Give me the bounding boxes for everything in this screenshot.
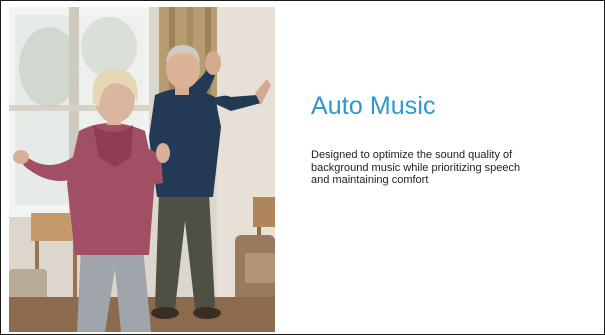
slide-description: Designed to optimize the sound quality o… [311,149,521,186]
slide-title: Auto Music [311,92,436,120]
couple-dancing-photo [9,7,275,332]
slide: Auto Music Designed to optimize the soun… [0,0,605,335]
photo-illustration [9,7,275,332]
